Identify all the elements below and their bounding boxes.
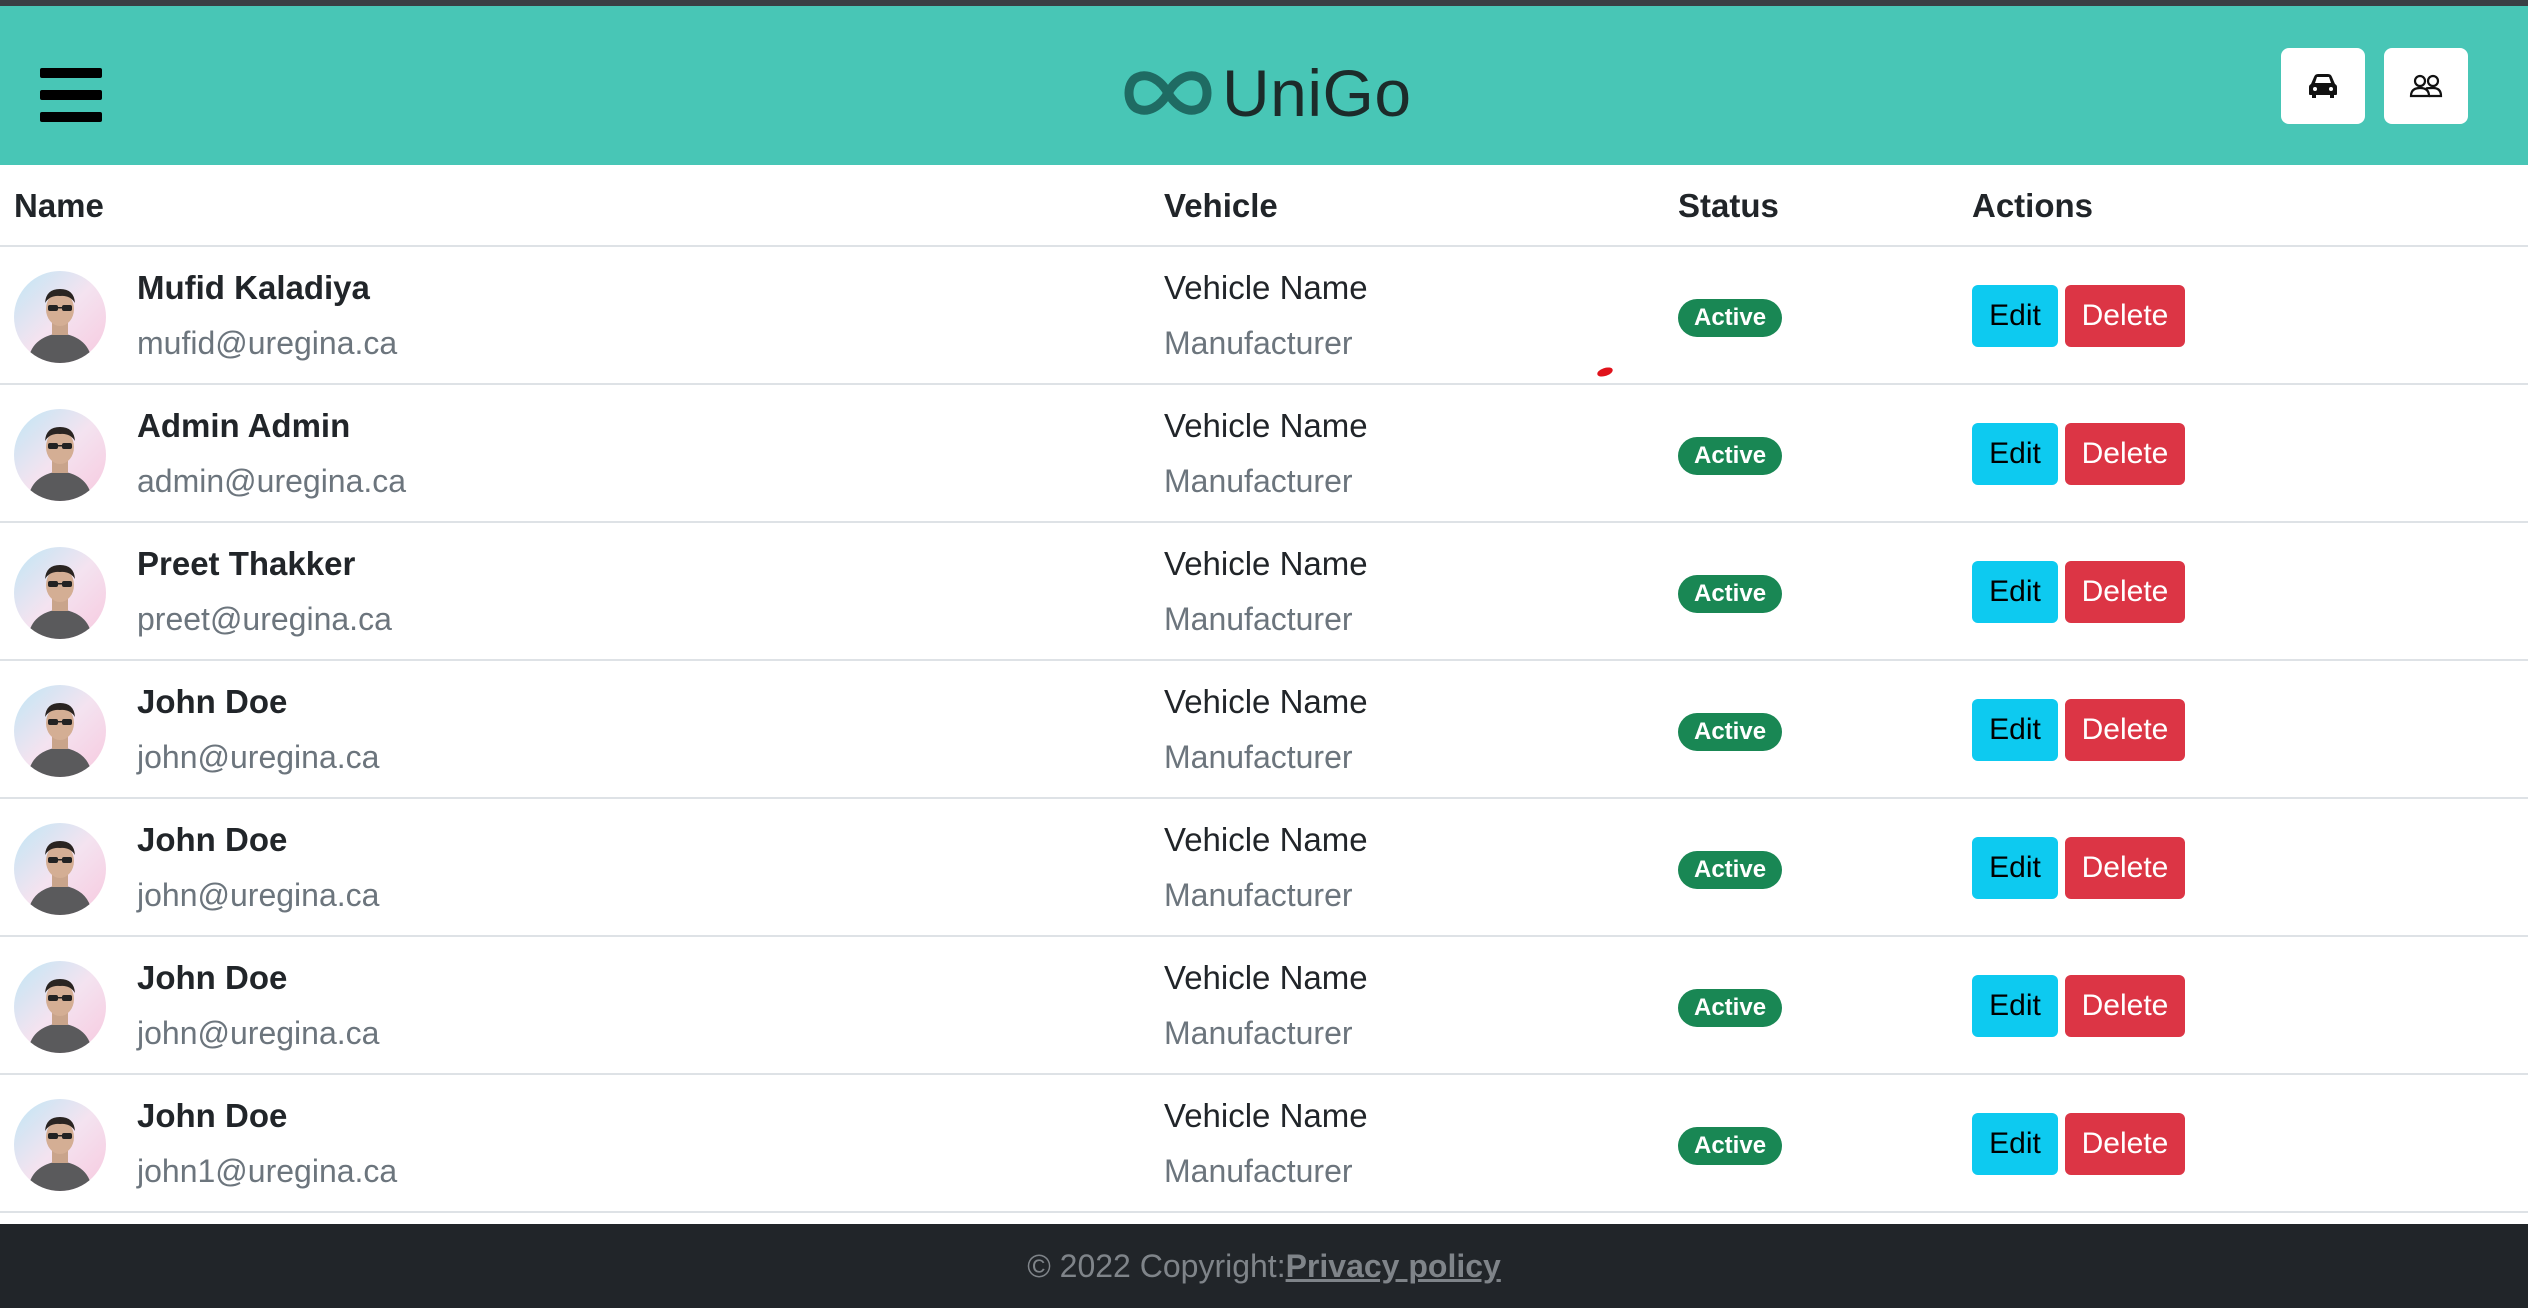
status-badge: Active: [1678, 437, 1783, 475]
avatar: [14, 271, 106, 363]
vehicle-manufacturer: Manufacturer: [1164, 601, 1353, 637]
user-name: John Doe: [137, 683, 288, 720]
avatar: [14, 961, 106, 1053]
delete-button[interactable]: Delete: [2065, 699, 2185, 761]
status-badge: Active: [1678, 713, 1783, 751]
user-email: mufid@uregina.ca: [137, 325, 398, 361]
avatar: [14, 409, 106, 501]
column-header-vehicle: Vehicle: [1164, 187, 1278, 224]
hamburger-menu-icon[interactable]: [40, 66, 102, 124]
navbar: UniGo: [0, 6, 2528, 165]
table-header: Name Vehicle Status Actions: [0, 165, 2528, 247]
users-icon: [2409, 74, 2443, 98]
delete-button[interactable]: Delete: [2065, 285, 2185, 347]
user-email: john@uregina.ca: [137, 1015, 380, 1051]
delete-button[interactable]: Delete: [2065, 561, 2185, 623]
status-badge: Active: [1678, 851, 1783, 889]
vehicle-name: Vehicle Name: [1164, 821, 1368, 858]
edit-button[interactable]: Edit: [1972, 1113, 2058, 1175]
brand-logo[interactable]: UniGo: [1120, 48, 1412, 138]
table-row: Admin Admin admin@uregina.ca Vehicle Nam…: [0, 385, 2528, 523]
vehicles-button[interactable]: [2281, 48, 2365, 124]
column-header-status: Status: [1678, 187, 1779, 224]
privacy-policy-link[interactable]: Privacy policy: [1286, 1248, 1501, 1285]
user-name: Preet Thakker: [137, 545, 356, 582]
table-row: John Doe john@uregina.ca Vehicle Name Ma…: [0, 937, 2528, 1075]
brand-name: UniGo: [1222, 56, 1412, 130]
users-table: Name Vehicle Status Actions Mufid Kaladi…: [0, 165, 2528, 1213]
avatar: [14, 1099, 106, 1191]
column-header-name: Name: [14, 187, 104, 224]
delete-button[interactable]: Delete: [2065, 975, 2185, 1037]
user-email: admin@uregina.ca: [137, 463, 407, 499]
vehicle-name: Vehicle Name: [1164, 959, 1368, 996]
table-row: Mufid Kaladiya mufid@uregina.ca Vehicle …: [0, 247, 2528, 385]
delete-button[interactable]: Delete: [2065, 423, 2185, 485]
edit-button[interactable]: Edit: [1972, 423, 2058, 485]
vehicle-name: Vehicle Name: [1164, 1097, 1368, 1134]
edit-button[interactable]: Edit: [1972, 837, 2058, 899]
user-name: John Doe: [137, 1097, 288, 1134]
vehicle-manufacturer: Manufacturer: [1164, 877, 1353, 913]
user-email: john@uregina.ca: [137, 877, 380, 913]
avatar: [14, 823, 106, 915]
edit-button[interactable]: Edit: [1972, 561, 2058, 623]
edit-button[interactable]: Edit: [1972, 699, 2058, 761]
table-row: John Doe john1@uregina.ca Vehicle Name M…: [0, 1075, 2528, 1213]
avatar: [14, 547, 106, 639]
status-badge: Active: [1678, 989, 1783, 1027]
copyright-text: © 2022 Copyright:: [1027, 1247, 1286, 1284]
vehicle-manufacturer: Manufacturer: [1164, 1153, 1353, 1189]
status-badge: Active: [1678, 1127, 1783, 1165]
vehicle-name: Vehicle Name: [1164, 407, 1368, 444]
infinity-icon: [1124, 71, 1212, 115]
user-email: john1@uregina.ca: [137, 1153, 398, 1189]
car-icon: [2309, 74, 2337, 98]
vehicle-manufacturer: Manufacturer: [1164, 325, 1353, 361]
table-row: John Doe john@uregina.ca Vehicle Name Ma…: [0, 799, 2528, 937]
user-name: Admin Admin: [137, 407, 351, 444]
edit-button[interactable]: Edit: [1972, 285, 2058, 347]
vehicle-name: Vehicle Name: [1164, 269, 1368, 306]
user-name: John Doe: [137, 959, 288, 996]
user-name: John Doe: [137, 821, 288, 858]
edit-button[interactable]: Edit: [1972, 975, 2058, 1037]
column-header-actions: Actions: [1972, 187, 2094, 224]
user-name: Mufid Kaladiya: [137, 269, 370, 306]
users-button[interactable]: [2384, 48, 2468, 124]
vehicle-name: Vehicle Name: [1164, 545, 1368, 582]
vehicle-manufacturer: Manufacturer: [1164, 739, 1353, 775]
delete-button[interactable]: Delete: [2065, 1113, 2185, 1175]
user-email: john@uregina.ca: [137, 739, 380, 775]
table-body: Mufid Kaladiya mufid@uregina.ca Vehicle …: [0, 247, 2528, 1213]
avatar: [14, 685, 106, 777]
status-badge: Active: [1678, 299, 1783, 337]
footer: © 2022 Copyright: Privacy policy: [0, 1224, 2528, 1308]
vehicle-manufacturer: Manufacturer: [1164, 463, 1353, 499]
user-email: preet@uregina.ca: [137, 601, 392, 637]
status-badge: Active: [1678, 575, 1783, 613]
vehicle-manufacturer: Manufacturer: [1164, 1015, 1353, 1051]
vehicle-name: Vehicle Name: [1164, 683, 1368, 720]
table-row: John Doe john@uregina.ca Vehicle Name Ma…: [0, 661, 2528, 799]
delete-button[interactable]: Delete: [2065, 837, 2185, 899]
table-row: Preet Thakker preet@uregina.ca Vehicle N…: [0, 523, 2528, 661]
